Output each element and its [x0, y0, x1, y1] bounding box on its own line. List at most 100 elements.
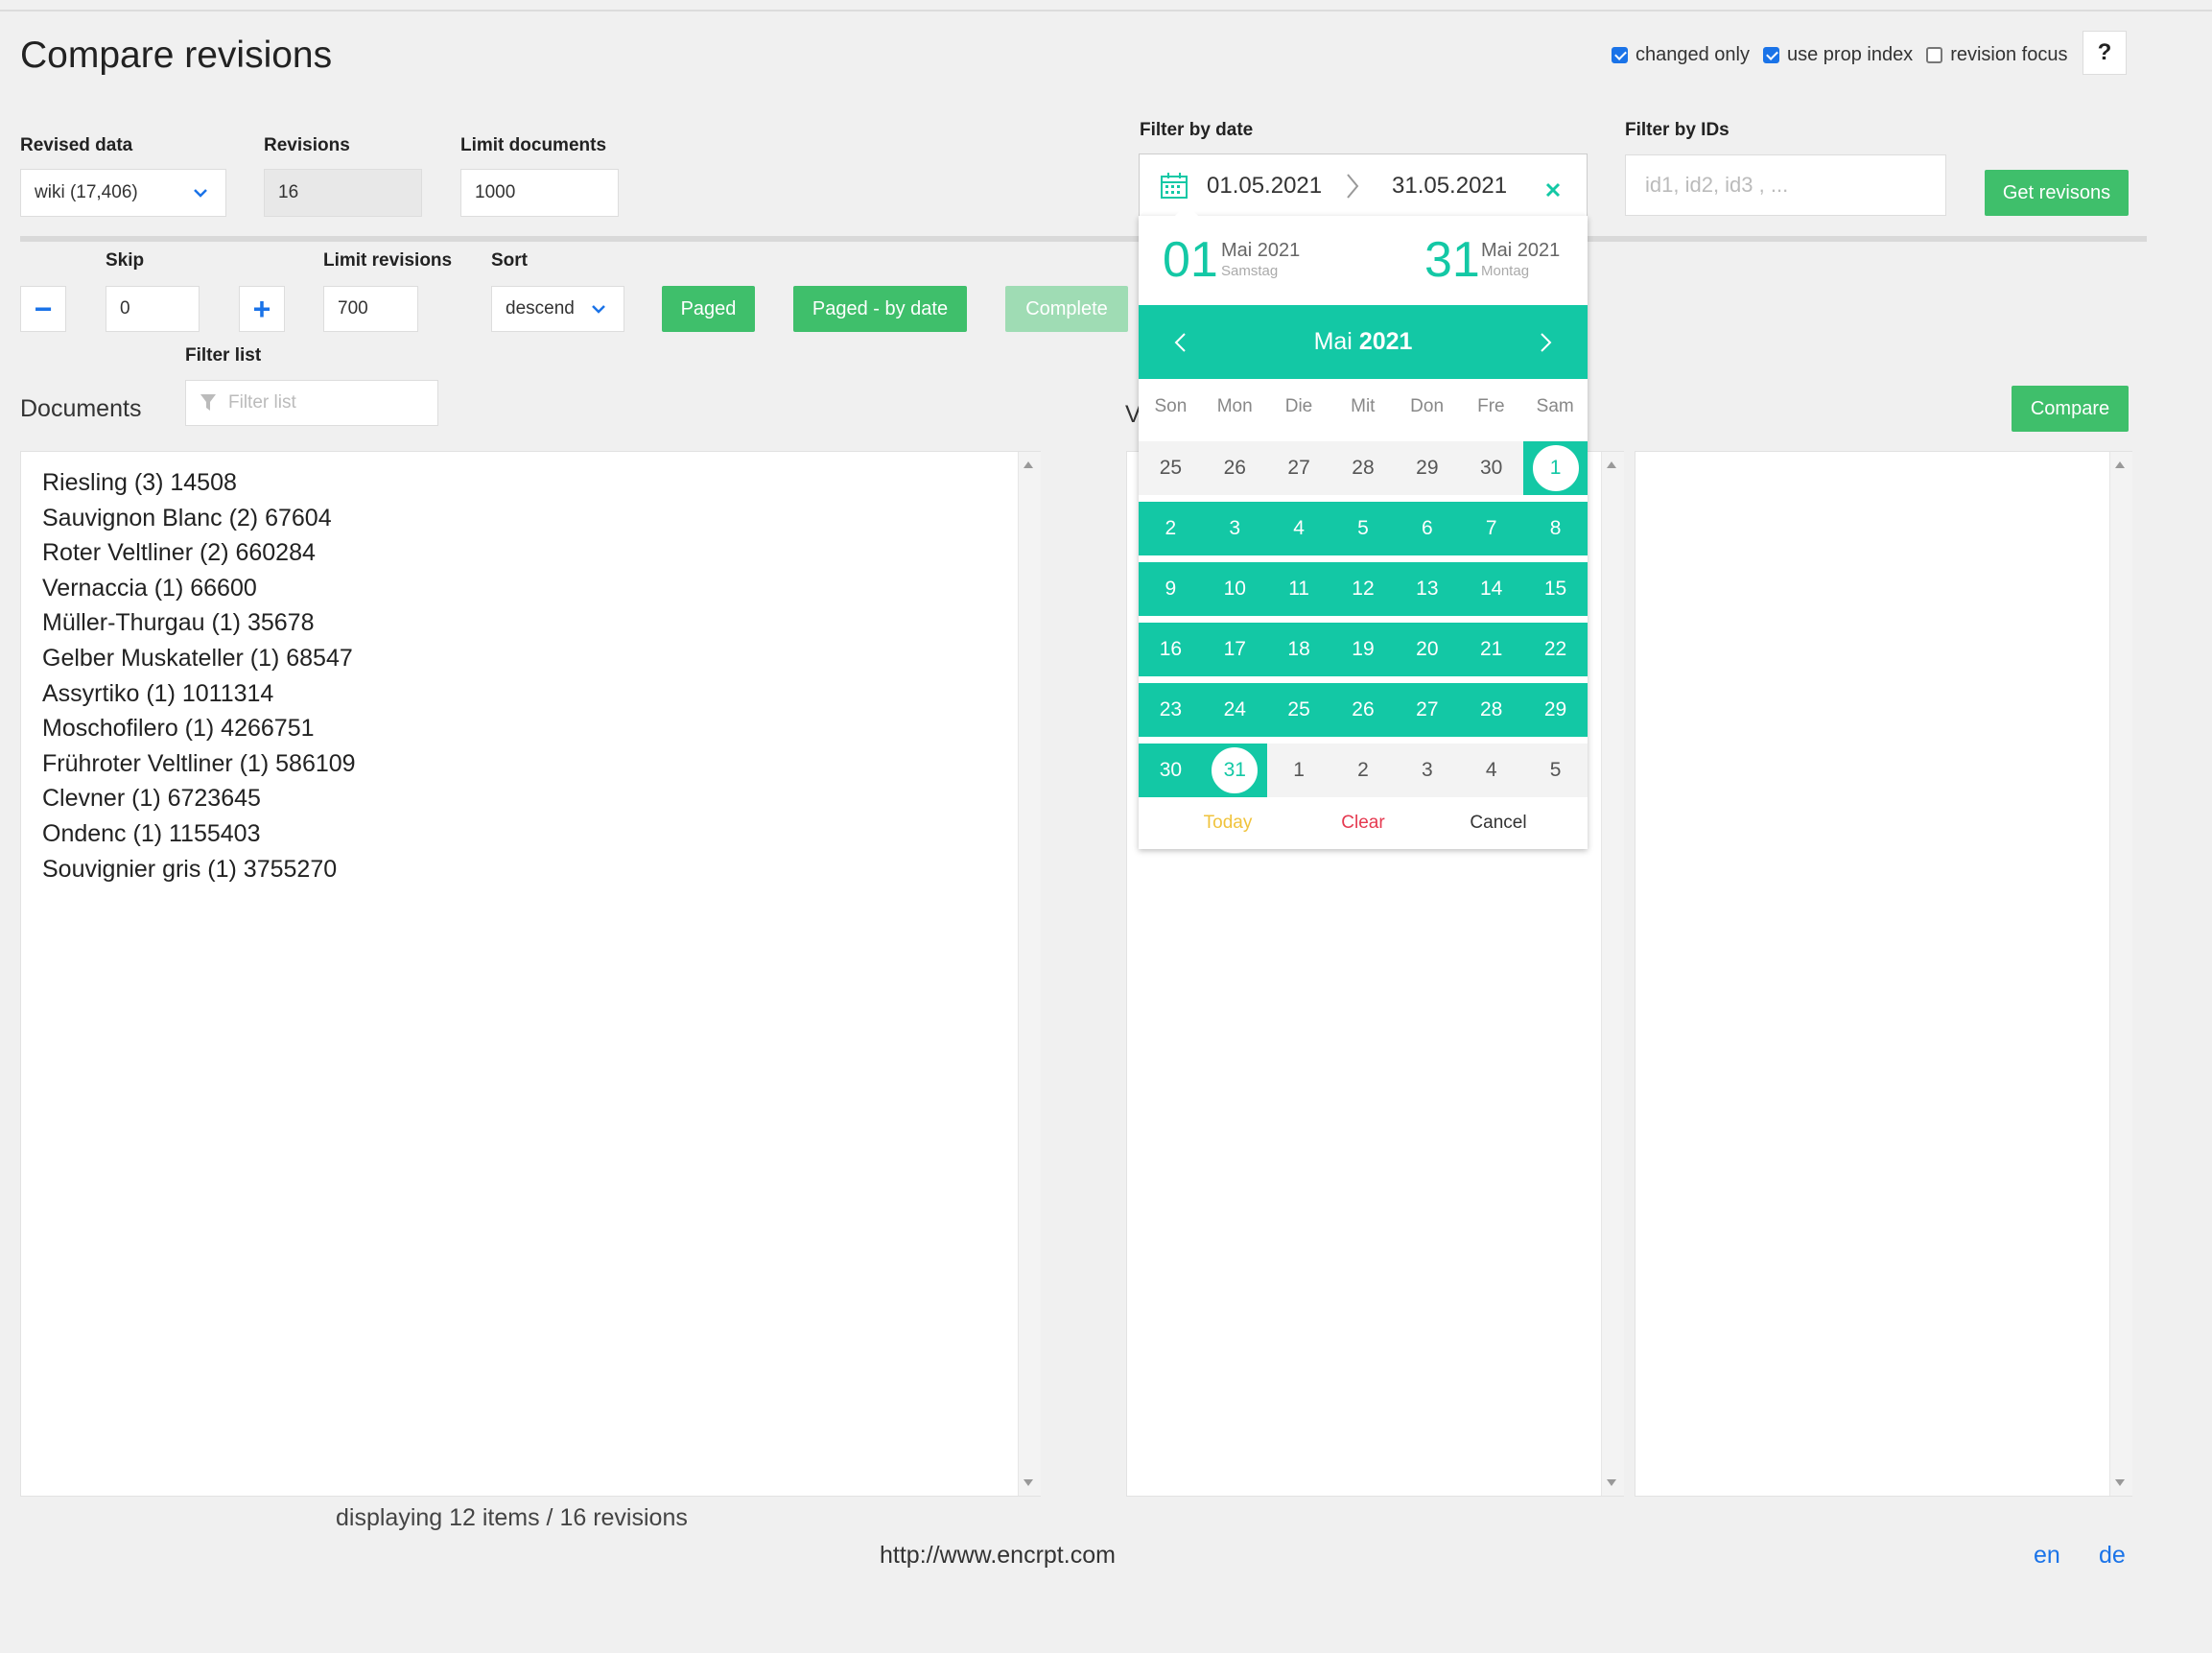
range-endpoint-day[interactable]: 1 — [1529, 442, 1582, 494]
checkbox-checked-icon[interactable] — [1762, 47, 1779, 63]
limit-revisions-input[interactable]: 700 — [323, 286, 418, 332]
scroll-up-icon[interactable] — [1024, 461, 1033, 468]
cancel-button[interactable]: Cancel — [1409, 813, 1588, 834]
use-prop-index-checkbox[interactable]: use prop index — [1762, 44, 1913, 66]
calendar-day[interactable]: 20 — [1395, 623, 1459, 676]
calendar-day[interactable]: 30 — [1459, 441, 1523, 495]
calendar-day[interactable]: 11 — [1267, 562, 1331, 616]
compare-button[interactable]: Compare — [2012, 386, 2129, 432]
calendar-day[interactable]: 17 — [1203, 623, 1267, 676]
calendar-day[interactable]: 7 — [1459, 502, 1523, 555]
calendar-day[interactable]: 18 — [1267, 623, 1331, 676]
list-item[interactable]: Clevner (1) 6723645 — [42, 781, 356, 816]
changed-only-checkbox[interactable]: changed only — [1612, 44, 1750, 66]
today-button[interactable]: Today — [1139, 813, 1317, 834]
calendar-day[interactable]: 6 — [1395, 502, 1459, 555]
calendar-day[interactable]: 28 — [1459, 683, 1523, 737]
calendar-day[interactable]: 19 — [1331, 623, 1396, 676]
calendar-day[interactable]: 27 — [1267, 441, 1331, 495]
filter-list-input[interactable]: Filter list — [185, 380, 438, 426]
calendar-day[interactable]: 4 — [1267, 502, 1331, 555]
calendar-day[interactable]: 12 — [1331, 562, 1396, 616]
calendar-day[interactable]: 26 — [1203, 441, 1267, 495]
calendar-day[interactable]: 13 — [1395, 562, 1459, 616]
list-item[interactable]: Müller-Thurgau (1) 35678 — [42, 605, 356, 641]
calendar-day[interactable]: 5 — [1523, 744, 1588, 797]
calendar-day[interactable]: 8 — [1523, 502, 1588, 555]
increment-button[interactable]: + — [239, 286, 285, 332]
list-item[interactable]: Ondenc (1) 1155403 — [42, 816, 356, 852]
limit-documents-input[interactable]: 1000 — [460, 169, 619, 217]
calendar-day[interactable]: 15 — [1523, 562, 1588, 616]
range-endpoint-day[interactable]: 31 — [1209, 744, 1261, 796]
lang-de-text[interactable]: de — [2099, 1542, 2126, 1569]
skip-input[interactable]: 0 — [106, 286, 200, 332]
versions-scrollbar[interactable] — [1601, 452, 1624, 1496]
calendar-day[interactable]: 26 — [1331, 683, 1396, 737]
chevron-right-icon[interactable] — [1540, 332, 1553, 353]
list-item[interactable]: Roter Veltliner (2) 660284 — [42, 535, 356, 571]
list-item[interactable]: Riesling (3) 14508 — [42, 465, 356, 501]
clear-button[interactable]: Clear — [1317, 813, 1409, 834]
calendar-day[interactable]: 29 — [1523, 683, 1588, 737]
checkbox-checked-icon[interactable] — [1612, 47, 1628, 63]
calendar-day[interactable]: 14 — [1459, 562, 1523, 616]
list-item[interactable]: Frühroter Veltliner (1) 586109 — [42, 746, 356, 782]
decrement-button[interactable]: − — [20, 286, 66, 332]
month-title[interactable]: Mai 2021 — [1139, 328, 1588, 356]
calendar-day[interactable]: 28 — [1331, 441, 1396, 495]
filter-by-ids-input[interactable]: id1, id2, id3 , ... — [1625, 154, 1946, 216]
calendar-day[interactable]: 1 — [1267, 744, 1331, 797]
calendar-day[interactable]: 25 — [1267, 683, 1331, 737]
checkbox-unchecked-icon[interactable] — [1926, 47, 1943, 63]
calendar-day[interactable]: 10 — [1203, 562, 1267, 616]
calendar-day[interactable]: 21 — [1459, 623, 1523, 676]
revised-data-select[interactable]: wiki (17,406) — [20, 169, 226, 217]
calendar-day[interactable]: 9 — [1139, 562, 1203, 616]
lang-en-text[interactable]: en — [2034, 1542, 2060, 1569]
calendar-day[interactable]: 29 — [1395, 441, 1459, 495]
scroll-up-icon[interactable] — [1607, 461, 1616, 468]
calendar-day[interactable]: 3 — [1203, 502, 1267, 555]
scroll-down-icon[interactable] — [2115, 1479, 2125, 1486]
list-item[interactable]: Moschofilero (1) 4266751 — [42, 711, 356, 746]
calendar-day[interactable]: 5 — [1331, 502, 1396, 555]
date-to-value[interactable]: 31.05.2021 — [1392, 173, 1507, 200]
calendar-day[interactable]: 4 — [1459, 744, 1523, 797]
calendar-day[interactable]: 2 — [1331, 744, 1396, 797]
date-from-value[interactable]: 01.05.2021 — [1207, 173, 1322, 200]
calendar-day[interactable]: 25 — [1139, 441, 1203, 495]
calendar-day[interactable]: 24 — [1203, 683, 1267, 737]
list-item[interactable]: Gelber Muskateller (1) 68547 — [42, 641, 356, 676]
list-item[interactable]: Souvignier gris (1) 3755270 — [42, 852, 356, 887]
scroll-down-icon[interactable] — [1024, 1479, 1033, 1486]
help-button[interactable]: ? — [2083, 31, 2127, 75]
paged-by-date-button[interactable]: Paged - by date — [793, 286, 967, 332]
calendar-day[interactable]: 23 — [1139, 683, 1203, 737]
calendar-day[interactable]: 27 — [1395, 683, 1459, 737]
calendar-day[interactable]: 2 — [1139, 502, 1203, 555]
calendar-day[interactable]: 30 — [1139, 744, 1203, 797]
sort-select[interactable]: descend — [491, 286, 624, 332]
scroll-up-icon[interactable] — [2115, 461, 2125, 468]
list-item[interactable]: Assyrtiko (1) 1011314 — [42, 676, 356, 712]
calendar-icon[interactable] — [1160, 172, 1188, 201]
footer-url[interactable]: http://www.encrpt.com — [880, 1542, 1116, 1570]
calendar-day[interactable]: 3 — [1395, 744, 1459, 797]
lang-en-link[interactable]: en — [2034, 1542, 2060, 1570]
close-icon[interactable] — [1544, 181, 1562, 199]
documents-scrollbar[interactable] — [1018, 452, 1041, 1496]
paged-button[interactable]: Paged — [662, 286, 755, 332]
separator — [20, 236, 2147, 242]
list-item[interactable]: Vernaccia (1) 66600 — [42, 571, 356, 606]
list-item[interactable]: Sauvignon Blanc (2) 67604 — [42, 501, 356, 536]
revision-focus-checkbox[interactable]: revision focus — [1926, 44, 2067, 66]
lang-de-link[interactable]: de — [2099, 1542, 2126, 1570]
diff-scrollbar[interactable] — [2109, 452, 2132, 1496]
get-revisions-button[interactable]: Get revisons — [1985, 170, 2129, 216]
calendar-day[interactable]: 22 — [1523, 623, 1588, 676]
date-range-input[interactable]: 01.05.2021 31.05.2021 — [1139, 153, 1588, 217]
calendar-day[interactable]: 16 — [1139, 623, 1203, 676]
complete-button[interactable]: Complete — [1005, 286, 1128, 332]
scroll-down-icon[interactable] — [1607, 1479, 1616, 1486]
